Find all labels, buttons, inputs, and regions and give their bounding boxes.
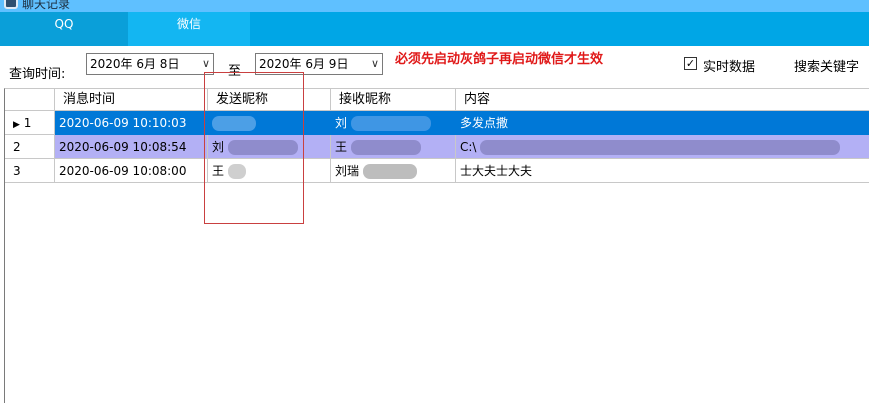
cell-time[interactable]: 2020-06-09 10:08:54 xyxy=(55,135,208,159)
row-header[interactable]: 2 xyxy=(5,135,55,159)
cell-sender-text: 王 xyxy=(212,164,225,178)
row-index: 1 xyxy=(23,116,32,130)
row-index: 2 xyxy=(13,140,21,154)
title-bar: 聊天记录 xyxy=(0,0,869,12)
cell-content[interactable]: 多发点撒 xyxy=(456,111,869,135)
start-date-picker[interactable]: 2020年 6月 8日 ∨ xyxy=(86,53,214,75)
chevron-down-icon: ∨ xyxy=(370,57,379,70)
tab-strip: QQ 微信 xyxy=(0,12,869,46)
to-label: 至 xyxy=(228,64,242,79)
redacted-blur xyxy=(227,164,246,179)
redacted-blur xyxy=(350,116,431,131)
table-row[interactable]: 2 2020-06-09 10:08:54 刘 王 C:\ xyxy=(5,135,869,159)
cell-sender[interactable]: 刘 xyxy=(208,135,331,159)
warning-text: 必须先启动灰鸽子再启动微信才生效 xyxy=(395,52,604,67)
cell-sender[interactable] xyxy=(208,111,331,135)
column-header-sender[interactable]: 发送昵称 xyxy=(208,89,331,111)
column-header-time[interactable]: 消息时间 xyxy=(55,89,208,111)
chat-records-grid[interactable]: 消息时间 发送昵称 接收昵称 内容 ▶ 1 2020-06-09 10:10:0… xyxy=(4,88,869,403)
current-row-icon: ▶ xyxy=(13,120,20,130)
cell-time[interactable]: 2020-06-09 10:08:00 xyxy=(55,159,208,183)
cell-sender-text: 刘 xyxy=(212,140,225,154)
redacted-blur xyxy=(212,116,256,131)
search-keyword-label: 搜索关键字 xyxy=(794,60,860,75)
cell-time[interactable]: 2020-06-09 10:10:03 xyxy=(55,111,208,135)
row-header[interactable]: ▶ 1 xyxy=(5,111,55,135)
cell-receiver-text: 刘 xyxy=(335,116,348,130)
cell-receiver[interactable]: 刘 xyxy=(331,111,456,135)
realtime-label[interactable]: 实时数据 xyxy=(703,56,755,75)
tab-wechat[interactable]: 微信 xyxy=(128,12,250,46)
redacted-blur xyxy=(350,140,421,155)
app-icon xyxy=(4,0,18,9)
column-header-receiver[interactable]: 接收昵称 xyxy=(331,89,456,111)
row-header[interactable]: 3 xyxy=(5,159,55,183)
cell-receiver[interactable]: 王 xyxy=(331,135,456,159)
table-row[interactable]: ▶ 1 2020-06-09 10:10:03 刘 多发点撒 xyxy=(5,111,869,135)
chevron-down-icon: ∨ xyxy=(201,57,210,70)
cell-content[interactable]: 士大夫士大夫 xyxy=(456,159,869,183)
row-header-corner xyxy=(5,89,55,111)
cell-receiver-text: 王 xyxy=(335,140,348,154)
start-date-value: 2020年 6月 8日 xyxy=(90,57,180,71)
realtime-checkbox[interactable]: ✓ xyxy=(684,57,697,70)
cell-receiver-text: 刘瑞 xyxy=(335,164,360,178)
filter-toolbar: 查询时间: 2020年 6月 8日 ∨ 至 2020年 6月 9日 ∨ 必须先启… xyxy=(0,46,869,86)
redacted-blur xyxy=(227,140,298,155)
end-date-picker[interactable]: 2020年 6月 9日 ∨ xyxy=(255,53,383,75)
table-row[interactable]: 3 2020-06-09 10:08:00 王 刘瑞 士大夫士大夫 xyxy=(5,159,869,183)
window-title: 聊天记录 xyxy=(22,0,71,11)
tab-qq[interactable]: QQ xyxy=(0,12,128,46)
row-index: 3 xyxy=(13,164,21,178)
redacted-blur xyxy=(362,164,417,179)
cell-content[interactable]: C:\ xyxy=(456,135,869,159)
cell-sender[interactable]: 王 xyxy=(208,159,331,183)
query-time-label: 查询时间: xyxy=(9,67,66,82)
redacted-blur xyxy=(480,140,841,155)
cell-receiver[interactable]: 刘瑞 xyxy=(331,159,456,183)
end-date-value: 2020年 6月 9日 xyxy=(259,57,349,71)
column-header-content[interactable]: 内容 xyxy=(456,89,869,111)
cell-content-text: C:\ xyxy=(460,140,477,154)
